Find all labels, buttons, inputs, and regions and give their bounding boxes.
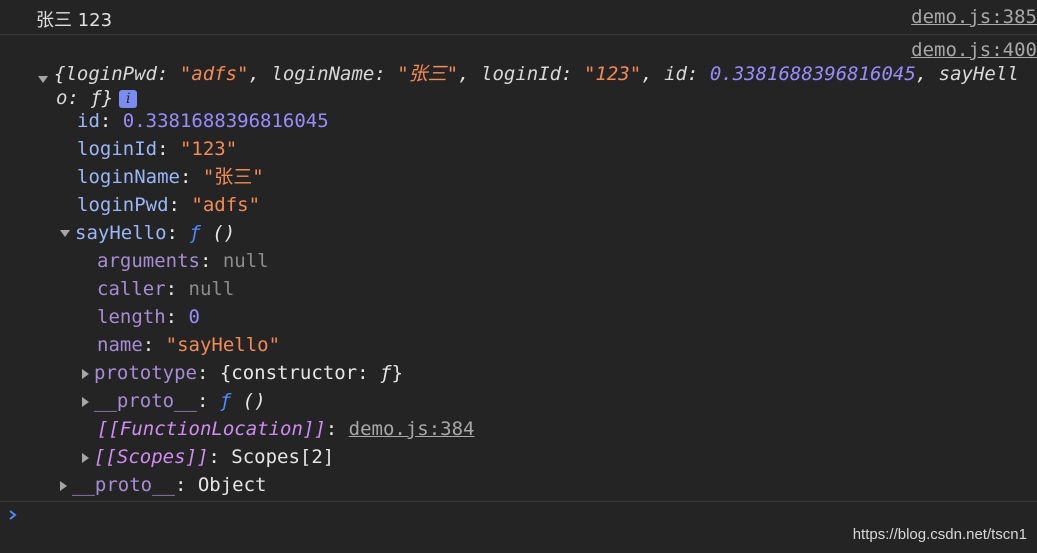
expand-triangle-icon[interactable] (82, 396, 89, 407)
prop-proto-object[interactable]: __proto__: Object (60, 472, 266, 498)
function-keyword: ƒ (189, 222, 201, 244)
expand-triangle-icon[interactable] (82, 452, 89, 463)
function-params: () (242, 390, 266, 412)
brace-open: { (54, 63, 66, 85)
colon: : (67, 87, 91, 109)
expand-triangle-icon[interactable] (60, 480, 67, 491)
watermark: https://blog.csdn.net/tscn1 (852, 526, 1027, 543)
colon: : (196, 390, 220, 412)
comma: , (458, 63, 482, 85)
colon: : (686, 63, 710, 85)
source-link[interactable]: demo.js:400 (911, 39, 1037, 61)
devtools-console: 张三 123 demo.js:385 demo.js:400 {loginPwd… (0, 0, 1037, 553)
prop-length[interactable]: length: 0 (97, 304, 200, 330)
prop-loginpwd[interactable]: loginPwd: "adfs" (77, 192, 260, 218)
prop-value: "张三" (202, 166, 264, 188)
prop-key: __proto__ (72, 474, 175, 496)
brace-close: } (391, 362, 403, 384)
prop-prototype[interactable]: prototype: {constructor: ƒ} (82, 360, 403, 386)
prop-key: prototype (94, 362, 197, 384)
prop-key: loginPwd (77, 194, 169, 216)
prop-loginid[interactable]: loginId: "123" (77, 136, 237, 162)
prop-key: length (97, 306, 166, 328)
prop-value: null (222, 250, 269, 272)
prop-key: [[Scopes]] (94, 446, 209, 468)
prop-value: Object (197, 474, 267, 496)
comma: , (248, 63, 272, 85)
prop-key: id (77, 110, 100, 132)
colon: : (142, 334, 166, 356)
object-preview[interactable]: {loginPwd: "adfs", loginName: "张三", logi… (38, 61, 1019, 87)
prop-id[interactable]: id: 0.3381688396816045 (77, 108, 329, 134)
preview-key: loginName (271, 63, 375, 85)
colon: : (179, 166, 203, 188)
brace-close: } (101, 87, 114, 109)
prop-key: __proto__ (94, 390, 197, 412)
prop-key: [[FunctionLocation]] (97, 418, 326, 440)
preview-value: "张三" (397, 63, 459, 85)
function-params: () (212, 222, 236, 244)
log-text: 张三 123 (36, 10, 113, 31)
colon: : (165, 278, 189, 300)
preview-value: "123" (583, 63, 642, 85)
function-keyword: ƒ (380, 362, 392, 384)
colon: : (99, 110, 123, 132)
prop-value: "123" (179, 138, 238, 160)
colon: : (174, 474, 198, 496)
preview-value: "adfs" (179, 63, 249, 85)
prop-key: sayHello (75, 222, 167, 244)
colon: : (199, 250, 223, 272)
expand-triangle-icon[interactable] (38, 76, 48, 83)
preview-value: 0.3381688396816045 (709, 63, 916, 85)
prop-value: null (188, 278, 235, 300)
expand-triangle-icon[interactable] (60, 230, 70, 237)
colon: : (196, 362, 220, 384)
colon: : (156, 63, 180, 85)
colon: : (168, 194, 192, 216)
comma: , (641, 63, 665, 85)
prop-value: "adfs" (191, 194, 261, 216)
console-message-object: demo.js:400 {loginPwd: "adfs", loginName… (0, 35, 1037, 502)
prop-loginname[interactable]: loginName: "张三" (77, 164, 264, 190)
preview-key: sayHell (938, 63, 1019, 85)
prop-key: name (97, 334, 143, 356)
comma: , (915, 63, 939, 85)
prop-arguments[interactable]: arguments: null (97, 248, 269, 274)
preview-key: loginId (481, 63, 562, 85)
colon: : (208, 446, 232, 468)
prop-value: 0 (188, 306, 200, 328)
function-location-link[interactable]: demo.js:384 (349, 418, 475, 440)
prop-key: loginName (77, 166, 180, 188)
prop-value: Scopes[2] (231, 446, 335, 468)
colon: : (157, 138, 180, 160)
source-link[interactable]: demo.js:385 (911, 6, 1037, 28)
colon: : (374, 63, 398, 85)
prop-sayhello[interactable]: sayHello: ƒ () (60, 220, 235, 246)
colon: : (325, 418, 349, 440)
colon: : (561, 63, 584, 85)
prop-caller[interactable]: caller: null (97, 276, 234, 302)
prop-proto-function[interactable]: __proto__: ƒ () (82, 388, 266, 414)
preview-value: ƒ (90, 87, 102, 109)
preview-key: o (56, 87, 68, 109)
prop-value: {constructor: (219, 362, 380, 384)
colon: : (165, 306, 189, 328)
prop-value: 0.3381688396816045 (122, 110, 329, 132)
prompt-chevron-icon (9, 510, 17, 520)
colon: : (166, 222, 190, 244)
preview-key: loginPwd (65, 63, 157, 85)
preview-key: id (664, 63, 687, 85)
prop-key: loginId (77, 138, 158, 160)
prop-name[interactable]: name: "sayHello" (97, 332, 280, 358)
info-icon[interactable]: i (119, 89, 138, 108)
prop-value: "sayHello" (165, 334, 281, 356)
console-message-log: 张三 123 demo.js:385 (0, 0, 1037, 35)
function-keyword: ƒ (219, 390, 232, 412)
expand-triangle-icon[interactable] (82, 368, 89, 379)
prop-scopes[interactable]: [[Scopes]]: Scopes[2] (82, 444, 334, 470)
prop-function-location[interactable]: [[FunctionLocation]]: demo.js:384 (97, 416, 475, 442)
prop-key: caller (97, 278, 166, 300)
console-prompt[interactable]: https://blog.csdn.net/tscn1 (0, 502, 1037, 553)
prop-key: arguments (97, 250, 200, 272)
